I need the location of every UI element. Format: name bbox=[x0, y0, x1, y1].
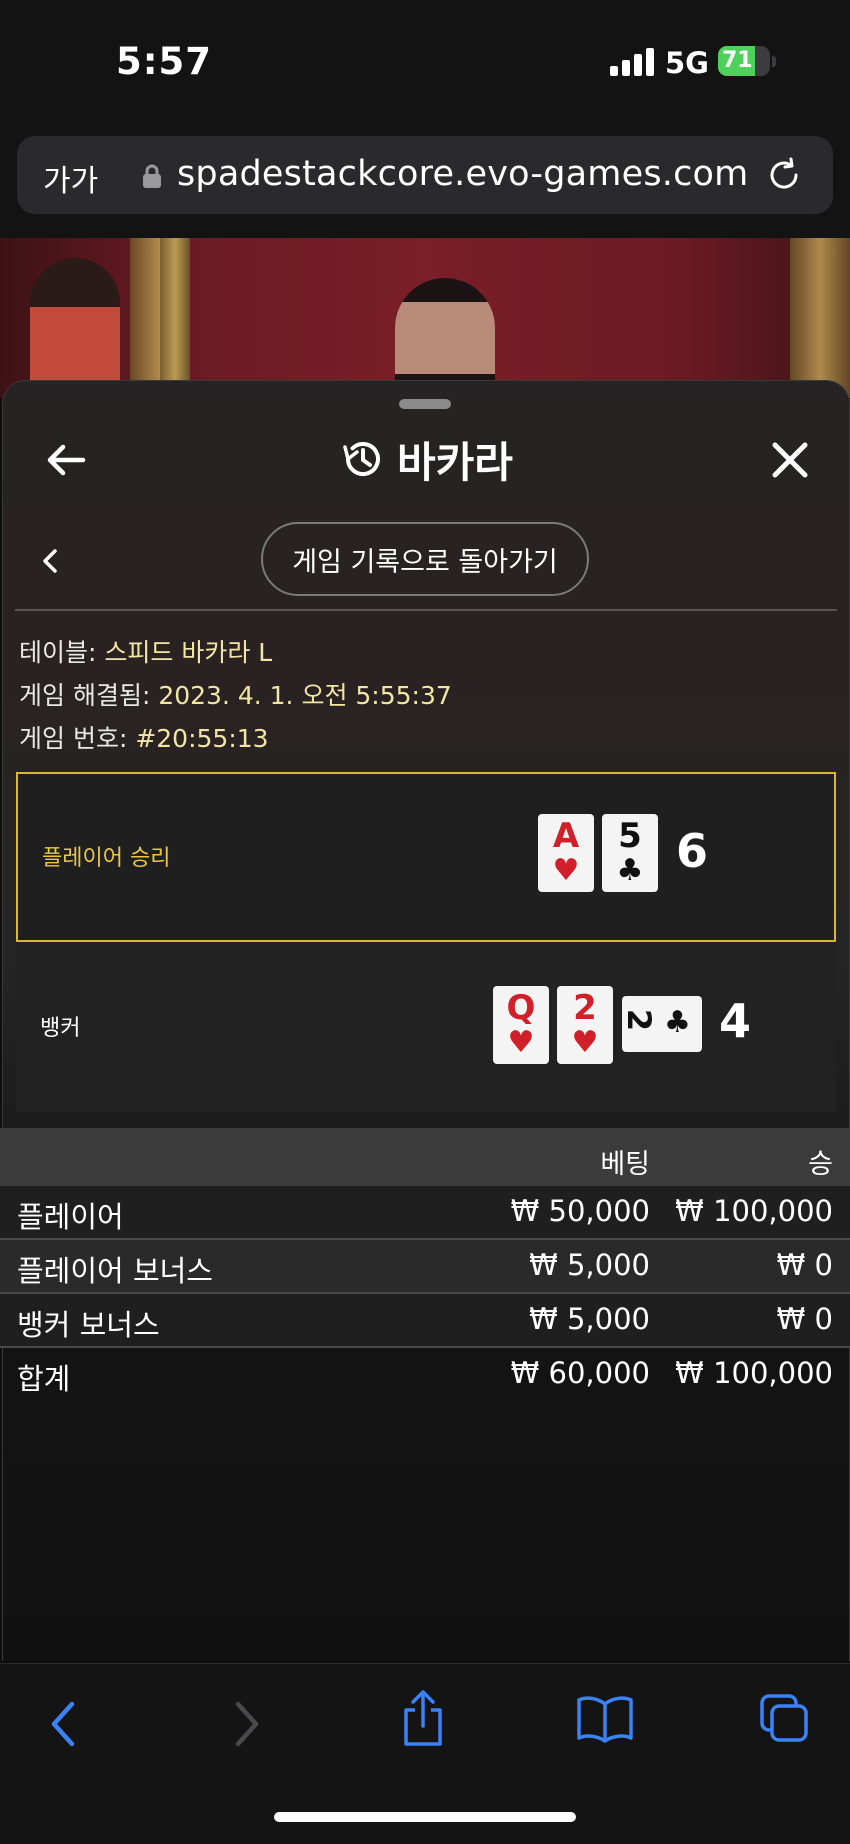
bookmarks-icon[interactable] bbox=[576, 1694, 634, 1744]
back-to-history-button[interactable]: 게임 기록으로 돌아가기 bbox=[261, 522, 589, 596]
dealer-figure-left bbox=[30, 258, 120, 398]
history-icon bbox=[343, 442, 380, 476]
table-label: 테이블: bbox=[19, 638, 97, 667]
resolved-value: 2023. 4. 1. 오전 5:55:37 bbox=[158, 681, 452, 710]
panel-title: 바카라 bbox=[397, 437, 513, 487]
playing-card: A ♥ bbox=[538, 814, 594, 892]
table-row: 뱅커 보너스 ₩ 5,000 ₩ 0 bbox=[0, 1294, 850, 1348]
battery-icon: 71 bbox=[718, 46, 770, 76]
status-bar: 5:57 5G 71 bbox=[0, 0, 850, 120]
bet-amount: ₩ 5,000 bbox=[529, 1248, 650, 1282]
resolved-label: 게임 해결됨: bbox=[19, 681, 151, 710]
column-header-win: 승 bbox=[808, 1149, 833, 1180]
banker-result-box: 뱅커 Q ♥ 2 ♥ 2 ♣ 4 bbox=[16, 942, 836, 1112]
game-number-value: #20:55:13 bbox=[135, 724, 269, 753]
battery-nub bbox=[772, 56, 776, 67]
game-history-panel: 바카라 게임 기록으로 돌아가기 테이블: 스피드 바카라 L 게임 해결됨: … bbox=[2, 380, 850, 1661]
player-result-label: 플레이어 승리 bbox=[42, 846, 171, 871]
bet-name: 플레이어 bbox=[17, 1200, 124, 1234]
bet-name: 플레이어 보너스 bbox=[17, 1254, 213, 1288]
player-result-box: 플레이어 승리 A ♥ 5 ♣ 6 bbox=[16, 772, 836, 942]
table-header: 베팅 승 bbox=[0, 1128, 850, 1186]
total-bet: ₩ 60,000 bbox=[510, 1356, 650, 1390]
home-indicator[interactable] bbox=[274, 1812, 576, 1822]
status-time: 5:57 bbox=[116, 40, 213, 83]
bets-table: 베팅 승 플레이어 ₩ 50,000 ₩ 100,000 플레이어 보너스 ₩ … bbox=[0, 1128, 850, 1400]
table-row: 플레이어 보너스 ₩ 5,000 ₩ 0 bbox=[0, 1240, 850, 1294]
battery-percent: 71 bbox=[722, 48, 753, 73]
info-game-number: 게임 번호: #20:55:13 bbox=[19, 719, 269, 755]
share-icon[interactable] bbox=[398, 1688, 448, 1748]
player-score: 6 bbox=[676, 824, 709, 878]
lock-icon bbox=[143, 164, 161, 188]
browser-address-area: 가가 spadestackcore.evo-games.com bbox=[0, 120, 850, 238]
signal-icon bbox=[610, 48, 654, 76]
table-row: 플레이어 ₩ 50,000 ₩ 100,000 bbox=[0, 1186, 850, 1240]
table-total-row: 합계 ₩ 60,000 ₩ 100,000 bbox=[0, 1348, 850, 1400]
text-size-button[interactable]: 가가 bbox=[43, 156, 98, 200]
tabs-icon[interactable] bbox=[758, 1692, 812, 1746]
total-win: ₩ 100,000 bbox=[675, 1356, 833, 1390]
divider bbox=[15, 609, 837, 611]
total-label: 합계 bbox=[17, 1362, 71, 1396]
chevron-left-icon[interactable] bbox=[37, 543, 61, 579]
browser-forward-icon[interactable] bbox=[226, 1696, 266, 1752]
close-icon[interactable] bbox=[767, 437, 813, 483]
live-video-background bbox=[0, 238, 850, 398]
bet-amount: ₩ 5,000 bbox=[529, 1302, 650, 1336]
panel-header: 바카라 bbox=[341, 431, 513, 487]
banker-score: 4 bbox=[719, 994, 752, 1048]
info-resolved: 게임 해결됨: 2023. 4. 1. 오전 5:55:37 bbox=[19, 676, 452, 712]
banker-result-label: 뱅커 bbox=[40, 1016, 81, 1041]
browser-toolbar bbox=[0, 1663, 850, 1844]
playing-card: Q ♥ bbox=[493, 986, 549, 1064]
drag-handle[interactable] bbox=[399, 399, 451, 409]
win-amount: ₩ 0 bbox=[776, 1302, 833, 1336]
address-bar[interactable]: 가가 spadestackcore.evo-games.com bbox=[17, 136, 833, 214]
info-table: 테이블: 스피드 바카라 L bbox=[19, 633, 272, 669]
table-value: 스피드 바카라 L bbox=[104, 638, 273, 667]
playing-card-sideways: 2 ♣ bbox=[620, 996, 702, 1052]
win-amount: ₩ 0 bbox=[776, 1248, 833, 1282]
win-amount: ₩ 100,000 bbox=[675, 1194, 833, 1228]
bet-amount: ₩ 50,000 bbox=[510, 1194, 650, 1228]
url-text: spadestackcore.evo-games.com bbox=[177, 154, 749, 194]
playing-card: 2 ♥ bbox=[557, 986, 613, 1064]
back-arrow-icon[interactable] bbox=[43, 437, 89, 483]
bet-name: 뱅커 보너스 bbox=[17, 1308, 160, 1342]
browser-back-icon[interactable] bbox=[44, 1696, 84, 1752]
playing-card: 5 ♣ bbox=[602, 814, 658, 892]
network-type: 5G bbox=[665, 46, 709, 80]
column-header-bet: 베팅 bbox=[600, 1149, 650, 1180]
reload-icon[interactable] bbox=[765, 156, 803, 194]
game-number-label: 게임 번호: bbox=[19, 724, 128, 753]
